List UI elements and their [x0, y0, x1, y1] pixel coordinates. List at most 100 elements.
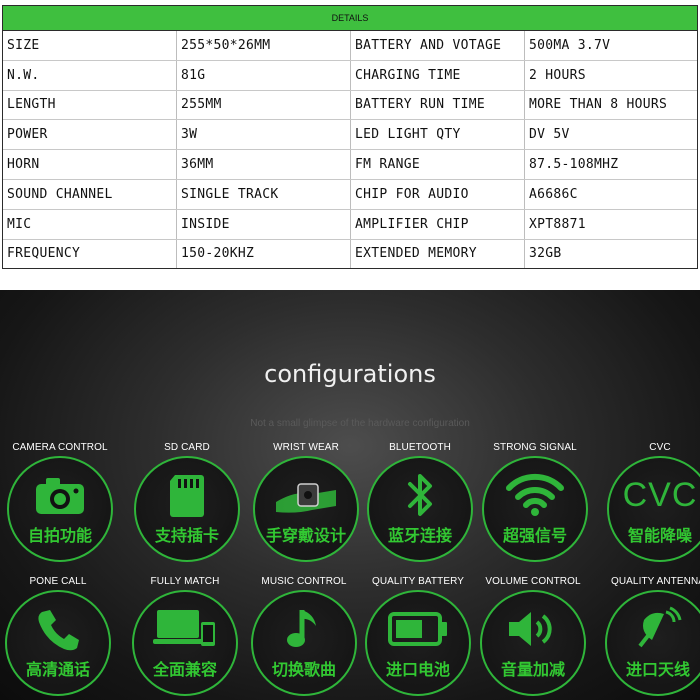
- spec-row: HORN 36MM FM RANGE 87.5-108MHZ: [3, 149, 697, 179]
- feature-chinese-label: 自拍功能: [27, 526, 92, 545]
- spec-key: BATTERY AND VOTAGE: [351, 31, 525, 60]
- bluetooth-icon-graphic: [408, 474, 432, 516]
- spec-value: DV 5V: [529, 127, 570, 143]
- spec-row: POWER 3W LED LIGHT QTY DV 5V: [3, 119, 697, 150]
- spec-value: 255*50*26MM: [177, 31, 351, 60]
- battery-icon-graphic: [388, 612, 447, 646]
- feature-badge: CVC 智能降噪: [607, 456, 700, 562]
- spec-key: CHARGING TIME: [351, 60, 525, 90]
- feature-badge: 高清通话: [5, 590, 111, 696]
- configurations-panel: configurations Not a small glimpse of th…: [0, 290, 700, 700]
- spec-key: BATTERY RUN TIME: [351, 90, 525, 120]
- devices-icon-graphic: [153, 610, 215, 646]
- feature-chinese-label: 全面兼容: [152, 660, 217, 679]
- feature-badge: 音量加减: [480, 590, 586, 696]
- spec-key: CHIP FOR AUDIO: [351, 179, 525, 209]
- music-note-icon-graphic: [287, 610, 316, 647]
- spec-row: LENGTH 255MM BATTERY RUN TIME MORE THAN 8 H…: [3, 89, 697, 120]
- feature-label: BLUETOOTH: [389, 442, 451, 453]
- feature-chinese-label: 手穿戴设计: [265, 526, 346, 545]
- feature-label: QUALITY BATTERY: [371, 576, 465, 587]
- feature-label: QUALITY ANTENNA: [610, 576, 700, 587]
- spec-value: A6686C: [529, 186, 578, 202]
- spec-value: INSIDE: [177, 209, 351, 239]
- spec-key: MIC: [3, 209, 177, 239]
- feature-label: FULLY MATCH: [150, 576, 220, 587]
- feature-badge: 支持插卡: [134, 456, 240, 562]
- feature-badge: 进口电池: [365, 590, 471, 696]
- spec-value: 36MM: [177, 150, 351, 179]
- spec-value: 32GB: [529, 246, 562, 262]
- feature-chinese-label: 进口天线: [625, 660, 690, 679]
- spec-key: EXTENDED MEMORY: [351, 239, 525, 269]
- spec-value: 3W: [177, 120, 351, 150]
- feature-badge: 进口天线: [605, 590, 700, 696]
- spec-key: POWER: [3, 120, 177, 150]
- spec-key: FREQUENCY: [3, 239, 177, 269]
- spec-key: AMPLIFIER CHIP: [351, 209, 525, 239]
- spec-key: SIZE: [3, 31, 177, 60]
- feature-label: WRIST WEAR: [273, 442, 339, 453]
- antenna-icon: [625, 606, 691, 652]
- spec-value: 150-20KHZ: [177, 239, 351, 269]
- feature-label: VOLUME CONTROL: [485, 576, 581, 587]
- feature-label: MUSIC CONTROL: [261, 576, 347, 587]
- feature-badge: 自拍功能: [7, 456, 113, 562]
- feature-label: PONE CALL: [29, 576, 87, 587]
- spec-row: N.W. 81G CHARGING TIME 2 HOURS: [3, 59, 697, 90]
- cvc-icon: CVC: [623, 472, 697, 518]
- feature-label: STRONG SIGNAL: [493, 442, 577, 453]
- speaker-icon-graphic: [509, 612, 552, 646]
- phone-icon-graphic: [38, 610, 79, 651]
- feature-badge: 手穿戴设计: [253, 456, 359, 562]
- feature-chinese-label: 高清通话: [25, 660, 90, 679]
- feature-badge: 超强信号: [482, 456, 588, 562]
- spec-table-body: SIZE 255*50*26MM BATTERY AND VOTAGE 500MA 3…: [3, 31, 697, 269]
- antenna-icon-graphic: [638, 606, 682, 648]
- wifi-icon-graphic: [506, 473, 564, 516]
- feature-chinese-label: 支持插卡: [154, 526, 219, 545]
- spec-key: LED LIGHT QTY: [351, 120, 525, 150]
- configurations-title: configurations: [264, 360, 436, 388]
- feature-badge: 蓝牙连接: [367, 456, 473, 562]
- spec-key: HORN: [3, 150, 177, 179]
- sd-card-icon: [154, 472, 220, 518]
- spec-key: FM RANGE: [351, 150, 525, 179]
- spec-key: N.W.: [3, 60, 177, 90]
- spec-value: 81G: [177, 60, 351, 90]
- spec-row: SIZE 255*50*26MM BATTERY AND VOTAGE 500MA 3…: [3, 31, 697, 60]
- spec-row: SOUND CHANNEL SINGLE TRACK CHIP FOR AUDIO A…: [3, 178, 697, 209]
- spec-key: SOUND CHANNEL: [3, 179, 177, 209]
- camera-icon: [27, 472, 93, 518]
- feature-chinese-label: 超强信号: [502, 526, 567, 545]
- phone-icon: [25, 606, 91, 652]
- spec-value: SINGLE TRACK: [177, 179, 351, 209]
- feature-label: CAMERA CONTROL: [12, 442, 108, 453]
- spec-value: 500MA 3.7V: [529, 37, 611, 53]
- feature-chinese-label: 进口电池: [385, 660, 450, 679]
- watch-icon-graphic: [276, 483, 336, 513]
- cvc-icon-text: CVC: [622, 475, 698, 514]
- spec-row: MIC INSIDE AMPLIFIER CHIP XPT8871: [3, 208, 697, 239]
- watch-icon: [273, 472, 339, 518]
- spec-value: MORE THAN 8 HOURS: [529, 97, 668, 113]
- feature-label: CVC: [649, 442, 671, 453]
- feature-badge: 切换歌曲: [251, 590, 357, 696]
- feature-badge: 全面兼容: [132, 590, 238, 696]
- spec-value: XPT8871: [529, 216, 586, 232]
- camera-icon-graphic: [36, 478, 84, 514]
- sd-card-icon-graphic: [170, 475, 204, 517]
- spec-value: 2 HOURS: [529, 67, 586, 83]
- feature-chinese-label: 音量加减: [500, 660, 565, 679]
- spec-value: 87.5-108MHZ: [529, 157, 619, 173]
- devices-icon: [152, 606, 218, 652]
- spec-row: FREQUENCY 150-20KHZ EXTENDED MEMORY 32GB: [3, 238, 697, 269]
- speaker-icon: [500, 606, 566, 652]
- spec-key: LENGTH: [3, 90, 177, 120]
- feature-chinese-label: 智能降噪: [627, 526, 692, 545]
- spec-table: DETAILS SIZE 255*50*26MM BATTERY AND VOTAG…: [2, 5, 698, 270]
- feature-chinese-label: 蓝牙连接: [387, 526, 452, 545]
- bluetooth-icon: [387, 472, 453, 518]
- feature-chinese-label: 切换歌曲: [271, 660, 336, 679]
- music-note-icon: [271, 606, 337, 652]
